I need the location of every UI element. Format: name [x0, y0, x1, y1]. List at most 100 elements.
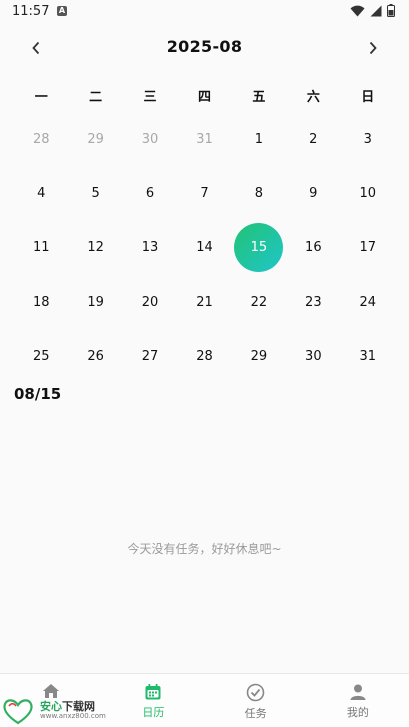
weekday-label: 五: [252, 90, 266, 105]
calendar-day[interactable]: 17: [341, 221, 395, 275]
calendar-day-number: 28: [32, 131, 50, 147]
calendar-day-number: 27: [141, 349, 159, 365]
calendar-day-number: 8: [254, 186, 264, 202]
calendar-week-row: 11 12 13 14 15 16 17: [14, 221, 395, 275]
tab-tasks[interactable]: 任务: [205, 674, 307, 727]
calendar-day-number: 13: [141, 240, 159, 256]
calendar-week-row: 18 19 20 21 22 23 24: [14, 275, 395, 329]
calendar-day-number: 20: [141, 294, 159, 310]
calendar-day-number: 31: [359, 349, 377, 365]
calendar-day-number: 11: [32, 240, 50, 256]
calendar-day[interactable]: 19: [68, 275, 122, 329]
calendar-day-number: 16: [305, 240, 322, 256]
calendar-day-number: 19: [87, 294, 104, 310]
calendar-day-number: 10: [359, 186, 377, 202]
calendar-day-number: 14: [196, 240, 213, 256]
calendar-day-number: 30: [141, 131, 159, 147]
chevron-right-icon: [369, 41, 377, 55]
status-time: 11:57: [12, 4, 50, 19]
calendar-day-number: 18: [32, 294, 50, 310]
calendar-icon: [145, 684, 161, 700]
selected-date-label: 08/15: [14, 385, 62, 403]
calendar-day-number: 26: [87, 349, 104, 365]
weekday-label: 六: [306, 90, 320, 105]
tab-profile[interactable]: 我的: [307, 674, 409, 727]
weekday-label: 日: [361, 90, 375, 105]
calendar-day-number: 25: [32, 349, 50, 365]
calendar-day[interactable]: 13: [123, 221, 177, 275]
wifi-icon: [350, 5, 365, 17]
calendar-day[interactable]: 28: [177, 330, 231, 384]
calendar-day[interactable]: 1: [232, 112, 286, 166]
calendar-header: 2025-08: [0, 30, 409, 64]
calendar-day[interactable]: 5: [68, 166, 122, 220]
calendar-day[interactable]: 27: [123, 330, 177, 384]
calendar-day-number: 22: [250, 294, 268, 310]
calendar-day[interactable]: 2: [286, 112, 340, 166]
calendar-day-number: 29: [87, 131, 104, 147]
calendar-day[interactable]: 28: [14, 112, 68, 166]
calendar-day-number: 5: [91, 186, 100, 202]
calendar-day-number: 9: [309, 186, 318, 202]
calendar-day[interactable]: 20: [123, 275, 177, 329]
calendar-day[interactable]: 7: [177, 166, 231, 220]
calendar-day[interactable]: 31: [341, 330, 395, 384]
calendar-day[interactable]: 16: [286, 221, 340, 275]
calendar-day[interactable]: 30: [123, 112, 177, 166]
status-icons: [350, 4, 395, 17]
next-month-button[interactable]: [359, 34, 387, 62]
calendar-day[interactable]: 23: [286, 275, 340, 329]
calendar-day[interactable]: 6: [123, 166, 177, 220]
calendar-day[interactable]: 30: [286, 330, 340, 384]
calendar-day[interactable]: 10: [341, 166, 395, 220]
calendar-day[interactable]: 24: [341, 275, 395, 329]
check-circle-icon: [246, 683, 265, 702]
calendar-day-number: 4: [37, 186, 46, 202]
calendar-day-selected[interactable]: 15: [232, 221, 286, 275]
calendar-day[interactable]: 3: [341, 112, 395, 166]
calendar-day-number: 23: [305, 294, 322, 310]
calendar-day[interactable]: 11: [14, 221, 68, 275]
calendar-day-number: 31: [196, 131, 213, 147]
calendar-day-number: 30: [305, 349, 322, 365]
calendar-day-number: 6: [145, 186, 155, 202]
watermark-url: www.anxz800.com: [40, 712, 106, 720]
calendar-day[interactable]: 29: [232, 330, 286, 384]
tab-tasks-label: 任务: [244, 707, 267, 720]
calendar-day[interactable]: 9: [286, 166, 340, 220]
calendar-day-number: 28: [196, 349, 213, 365]
calendar-day[interactable]: 29: [68, 112, 122, 166]
calendar-week-row: 28 29 30 31 1 2 3: [14, 112, 395, 166]
calendar-day-number: 3: [363, 131, 372, 147]
signal-icon: [370, 5, 382, 16]
weekday-header-row: 一 二 三 四 五 六 日: [14, 86, 395, 105]
calendar-day-number: 2: [309, 131, 318, 147]
status-bar: 11:57 A: [0, 0, 409, 24]
tab-calendar[interactable]: 日历: [102, 674, 204, 727]
calendar-day[interactable]: 25: [14, 330, 68, 384]
battery-icon: [387, 4, 395, 17]
weekday-label: 四: [197, 90, 211, 105]
weekday-label: 二: [89, 90, 103, 105]
calendar-day[interactable]: 31: [177, 112, 231, 166]
calendar-grid: 28 29 30 31 1 2 3 4 5 6 7 8 9 10 11 12 13 14 15 16 17 18 19 20 2…: [14, 112, 395, 384]
calendar-day[interactable]: 26: [68, 330, 122, 384]
calendar-day[interactable]: 22: [232, 275, 286, 329]
calendar-day[interactable]: 4: [14, 166, 68, 220]
calendar-day[interactable]: 14: [177, 221, 231, 275]
calendar-day-number: 7: [200, 186, 209, 202]
calendar-day[interactable]: 18: [14, 275, 68, 329]
month-title: 2025-08: [166, 37, 243, 56]
calendar-day-number: 15: [250, 240, 268, 256]
calendar-day[interactable]: 8: [232, 166, 286, 220]
calendar-day[interactable]: 12: [68, 221, 122, 275]
calendar-day-number: 1: [254, 131, 264, 147]
calendar-day[interactable]: 21: [177, 275, 231, 329]
watermark: 安心下载网 www.anxz800.com: [2, 697, 112, 725]
calendar-week-row: 4 5 6 7 8 9 10: [14, 166, 395, 220]
calendar-day-number: 21: [196, 294, 213, 310]
weekday-label: 一: [34, 90, 48, 105]
tab-calendar-label: 日历: [142, 706, 165, 719]
calendar-day-number: 12: [87, 240, 104, 256]
user-icon: [350, 684, 366, 700]
